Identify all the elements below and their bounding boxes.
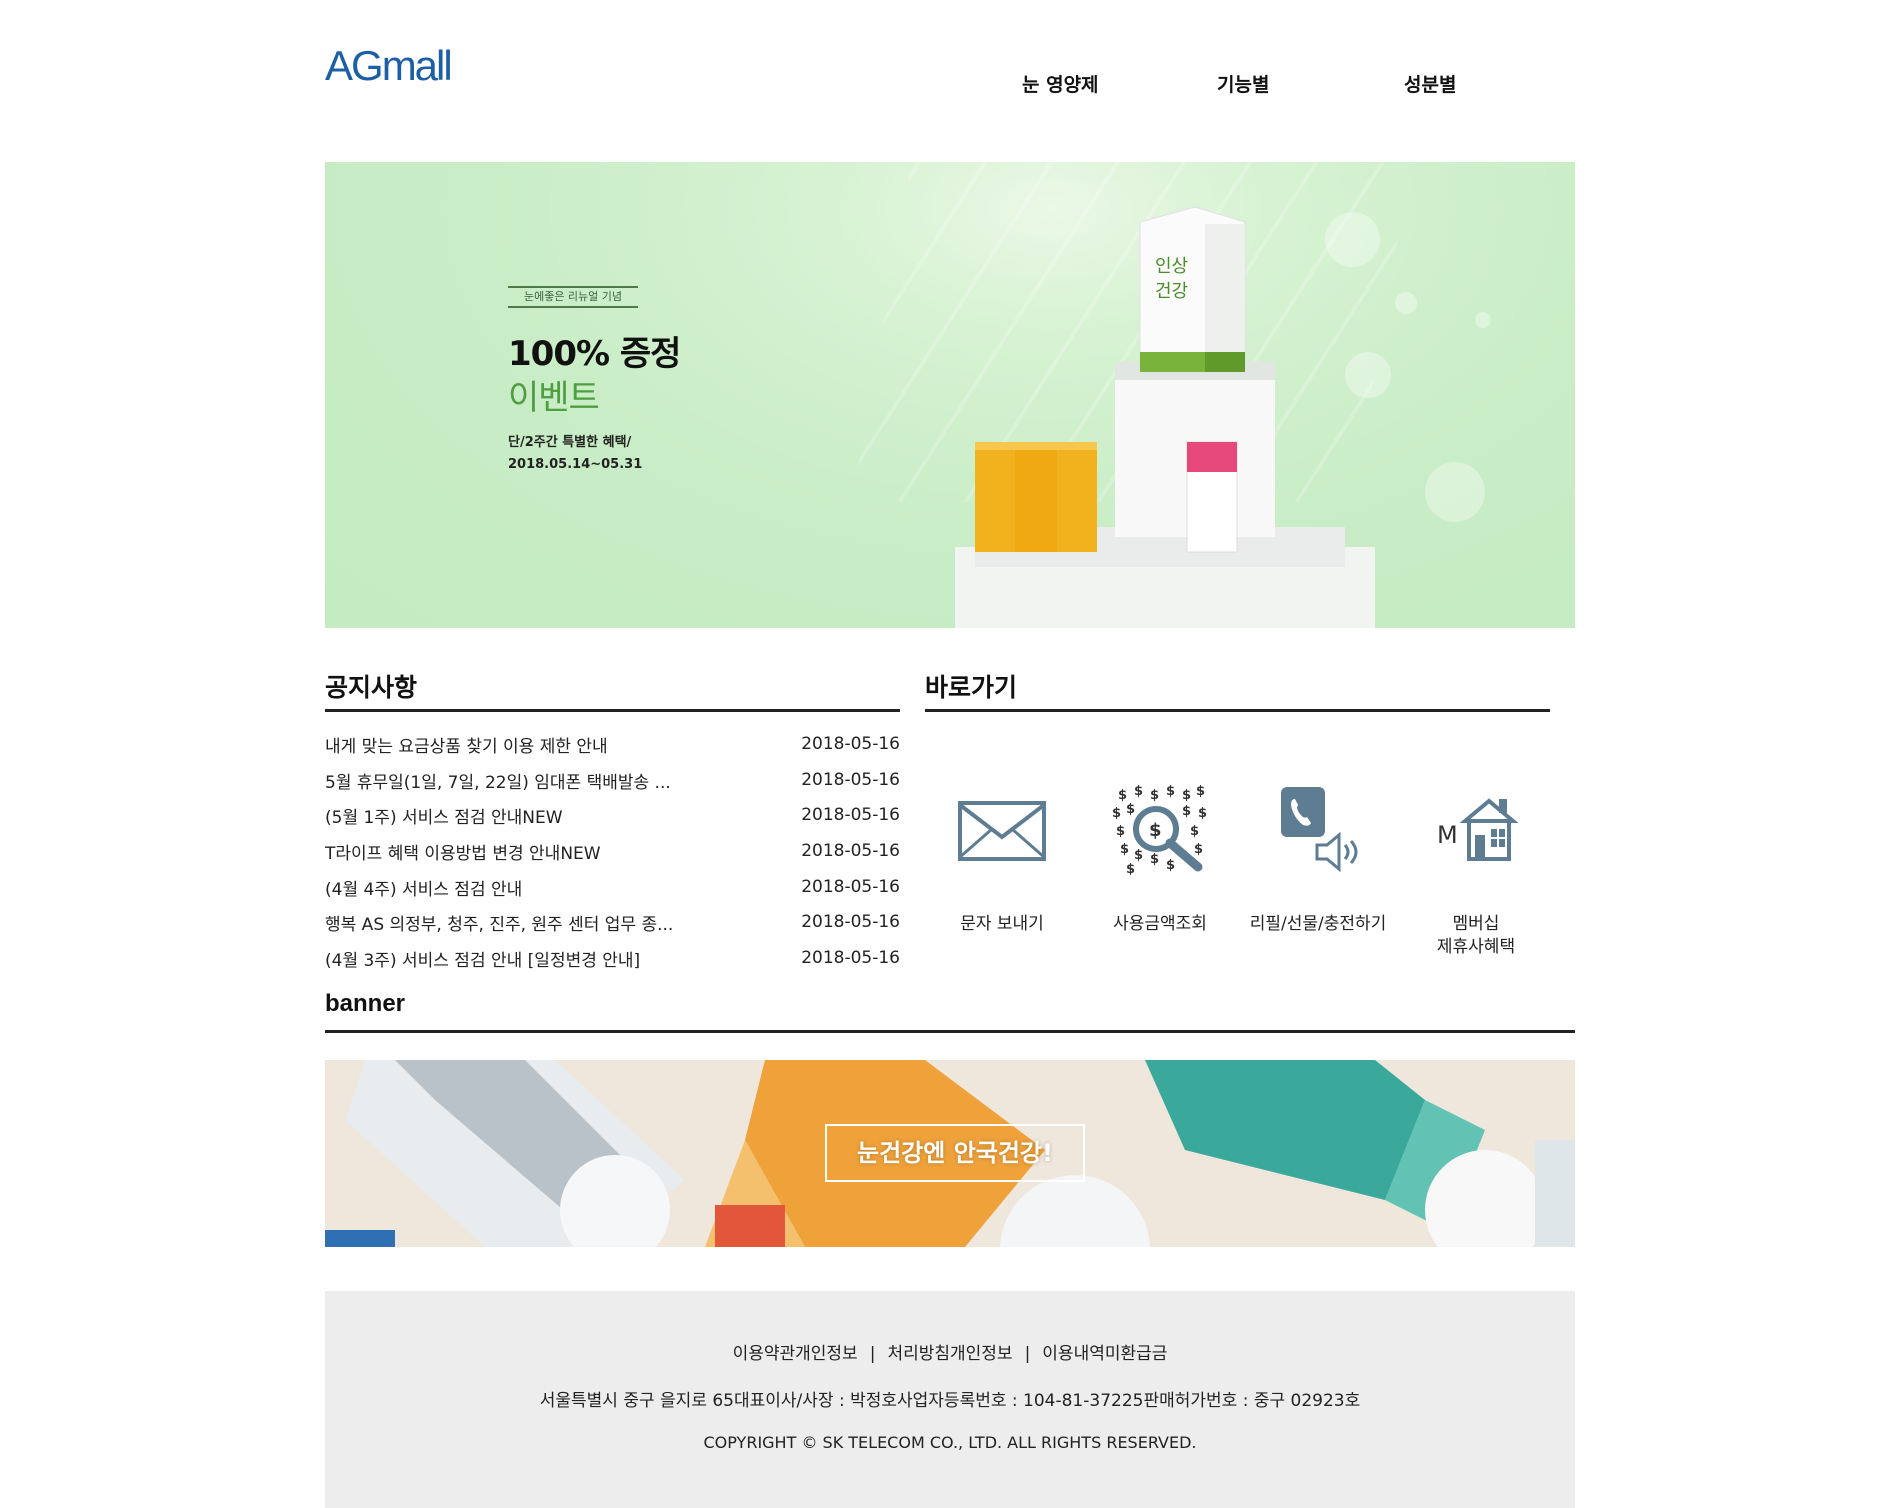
product-image: 인상 건강 — [955, 206, 1375, 628]
notice-row-title[interactable]: 5월 휴무일(1일, 7일, 22일) 임대폰 택배발송 ... — [325, 768, 671, 793]
footer-link-terms[interactable]: 이용약관개인정보 — [733, 1344, 858, 1364]
footer-address: 서울특별시 중구 을지로 65대표이사/사장 : 박정호사업자등록번호 : 10… — [539, 1391, 1361, 1411]
shortcuts-divider — [925, 709, 1550, 712]
notice-row-title[interactable]: 행복 AS 의정부, 청주, 진주, 원주 센터 업무 종... — [325, 910, 673, 935]
svg-text:$: $ — [1150, 852, 1159, 867]
svg-text:$: $ — [1134, 785, 1143, 799]
money-search-icon: $ $ $ $ $ $ $ $ $ $ $ $ $ $ $ $ $$ $ — [1112, 785, 1207, 875]
nav-item-by-ingredient[interactable]: 성분별 — [1404, 70, 1456, 97]
svg-text:$: $ — [1166, 858, 1175, 873]
footer-copyright: COPYRIGHT © SK TELECOM CO., LTD. ALL RIG… — [703, 1433, 1197, 1452]
notice-row[interactable]: (5월 1주) 서비스 점검 안내NEW 2018-05-16 — [325, 803, 900, 839]
logo-ag-text: AG — [325, 42, 384, 89]
banner-cta-button[interactable]: 눈건강엔 안국건강! — [825, 1124, 1085, 1182]
nav-item-by-function[interactable]: 기능별 — [1217, 70, 1269, 97]
notice-row[interactable]: 내게 맞는 요금상품 찾기 이용 제한 안내 2018-05-16 — [325, 732, 900, 768]
svg-text:$: $ — [1112, 806, 1121, 821]
hero-title: 100% 증정 — [508, 334, 681, 374]
hero-tag: 눈에좋은 리뉴얼 기념 — [508, 286, 638, 308]
notice-row-title[interactable]: (4월 3주) 서비스 점검 안내 [일정변경 안내] — [325, 946, 640, 971]
footer-link-privacy[interactable]: 처리방침개인정보 — [887, 1344, 1012, 1364]
membership-house-icon: M — [1437, 798, 1519, 861]
notice-row-date: 2018-05-16 — [801, 805, 900, 826]
shortcut-membership[interactable]: M 멤버십 제휴사혜택 — [1401, 795, 1551, 957]
notice-row-date: 2018-05-16 — [801, 912, 900, 933]
hero-desc-line2: 2018.05.14~05.31 — [508, 457, 643, 472]
shortcut-usage-lookup[interactable]: $ $ $ $ $ $ $ $ $ $ $ $ $ $ $ $ $ $ $ 사용금액조회 — [1085, 785, 1235, 934]
logo-mall-text: mall — [381, 42, 453, 89]
shortcut-send-message[interactable]: 문자 보내기 — [927, 795, 1077, 934]
notice-title: 공지사항 — [325, 673, 418, 702]
notice-row[interactable]: 행복 AS 의정부, 청주, 진주, 원주 센터 업무 종... 2018-05… — [325, 910, 900, 946]
shortcut-label: 문자 보내기 — [960, 914, 1044, 934]
svg-text:$: $ — [1118, 788, 1127, 803]
svg-text:$: $ — [1196, 785, 1205, 799]
page-wrapper: AGmall 눈 영양제 기능별 성분별 눈에좋은 리뉴얼 기념 100% 증정… — [325, 0, 1575, 1508]
notice-row-date: 2018-05-16 — [801, 948, 900, 969]
shortcut-label-line1: 멤버십 — [1452, 914, 1500, 934]
notice-row-date: 2018-05-16 — [801, 841, 900, 862]
notice-list: 내게 맞는 요금상품 찾기 이용 제한 안내 2018-05-16 5월 휴무일… — [325, 732, 900, 982]
hero-banner[interactable]: 눈에좋은 리뉴얼 기념 100% 증정 이벤트 단/2주간 특별한 혜택/ 20… — [325, 162, 1575, 628]
main-nav: 눈 영양제 기능별 성분별 — [1022, 70, 1572, 102]
svg-text:$: $ — [1190, 824, 1199, 839]
hero-desc-line1: 단/2주간 특별한 혜택/ — [508, 435, 632, 450]
bokeh-bubble — [1425, 462, 1485, 522]
svg-text:$: $ — [1126, 802, 1135, 817]
svg-text:$: $ — [1126, 862, 1135, 875]
notice-row-date: 2018-05-16 — [801, 734, 900, 754]
footer-separator: | — [869, 1344, 876, 1364]
svg-text:건강: 건강 — [1155, 281, 1188, 302]
svg-text:M: M — [1437, 821, 1458, 849]
svg-text:$: $ — [1198, 806, 1207, 821]
svg-text:$: $ — [1166, 785, 1175, 799]
footer-links: 이용약관개인정보 | 처리방침개인정보 | 이용내역미환급금 — [325, 1339, 1575, 1364]
bokeh-bubble — [1395, 292, 1417, 314]
envelope-icon — [958, 801, 1046, 861]
notice-row-date: 2018-05-16 — [801, 876, 900, 897]
hero-description: 단/2주간 특별한 혜택/ 2018.05.14~05.31 — [508, 432, 642, 476]
footer-link-refund[interactable]: 이용내역미환급금 — [1042, 1344, 1167, 1364]
svg-text:$: $ — [1182, 804, 1191, 819]
notice-row-title[interactable]: (5월 1주) 서비스 점검 안내NEW — [325, 803, 563, 828]
notice-row-title[interactable]: (4월 4주) 서비스 점검 안내 — [325, 875, 522, 900]
svg-text:$: $ — [1149, 820, 1162, 841]
svg-text:$: $ — [1182, 788, 1191, 803]
footer: 이용약관개인정보 | 처리방침개인정보 | 이용내역미환급금 서울특별시 중구 을지로 … — [325, 1291, 1575, 1508]
svg-text:$: $ — [1150, 788, 1159, 803]
shortcut-label: 리필/선물/충전하기 — [1249, 914, 1387, 934]
promo-banner[interactable]: 눈건강엔 안국건강! — [325, 1060, 1575, 1247]
shortcut-label: 사용금액조회 — [1113, 914, 1207, 934]
notice-row[interactable]: 5월 휴무일(1일, 7일, 22일) 임대폰 택배발송 ... 2018-05… — [325, 768, 900, 804]
notice-row-title[interactable]: 내게 맞는 요금상품 찾기 이용 제한 안내 — [325, 732, 608, 757]
svg-text:$: $ — [1194, 842, 1203, 857]
shortcut-label-line2: 제휴사혜택 — [1436, 937, 1516, 957]
shortcuts-title: 바로가기 — [925, 673, 1018, 702]
shortcut-refill-gift-charge[interactable]: 리필/선물/충전하기 — [1243, 787, 1393, 934]
notice-divider — [325, 709, 900, 712]
notice-row[interactable]: (4월 3주) 서비스 점검 안내 [일정변경 안내] 2018-05-16 — [325, 946, 900, 982]
svg-text:$: $ — [1116, 824, 1125, 839]
notice-row[interactable]: (4월 4주) 서비스 점검 안내 2018-05-16 — [325, 875, 900, 911]
notice-row[interactable]: T라이프 혜택 이용방법 변경 안내NEW 2018-05-16 — [325, 839, 900, 875]
notice-row-title[interactable]: T라이프 혜택 이용방법 변경 안내NEW — [325, 839, 601, 864]
hero-subtitle: 이벤트 — [508, 378, 600, 418]
shortcut-label: 멤버십 제휴사혜택 — [1401, 913, 1551, 959]
svg-text:인상: 인상 — [1155, 256, 1188, 277]
logo[interactable]: AGmall — [325, 42, 475, 90]
svg-text:$: $ — [1134, 848, 1143, 863]
svg-text:$: $ — [1120, 842, 1129, 857]
notice-row-date: 2018-05-16 — [801, 769, 900, 790]
nav-item-eye-supplement[interactable]: 눈 영양제 — [1022, 70, 1099, 97]
bokeh-bubble — [1475, 312, 1491, 328]
banner-divider — [325, 1030, 1575, 1033]
phone-speaker-icon — [1281, 787, 1358, 873]
banner-section-title: banner — [325, 990, 406, 1017]
footer-separator: | — [1024, 1344, 1031, 1364]
